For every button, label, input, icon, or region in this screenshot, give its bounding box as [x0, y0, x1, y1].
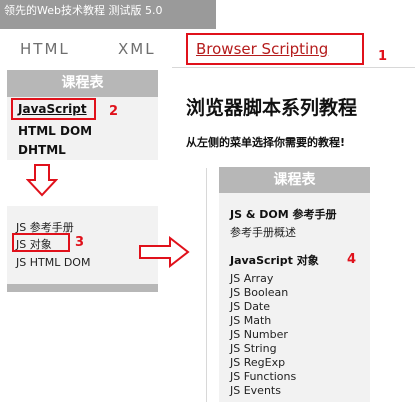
right-item-js-date[interactable]: JS Date [230, 300, 270, 313]
callout-number-2: 2 [109, 104, 119, 119]
tab-browser-scripting[interactable]: Browser Scripting [196, 40, 328, 58]
submenu-item-js-html-dom[interactable]: JS HTML DOM [16, 256, 90, 269]
menu-item-javascript[interactable]: JavaScript [18, 102, 87, 116]
right-item-reference-overview[interactable]: 参考手册概述 [230, 224, 296, 240]
right-menu-heading: 课程表 [219, 167, 370, 193]
callout-number-4: 4 [347, 252, 357, 267]
page-subtitle: 从左侧的菜单选择你需要的教程! [186, 136, 346, 149]
right-item-js-array[interactable]: JS Array [230, 272, 273, 285]
right-arrow-icon [139, 236, 190, 268]
tab-underline-divider [172, 67, 415, 68]
submenu-item-js-objects[interactable]: JS 对象 [16, 236, 52, 252]
right-item-js-math[interactable]: JS Math [230, 314, 271, 327]
menu-item-html-dom[interactable]: HTML DOM [18, 124, 92, 138]
callout-number-3: 3 [75, 235, 85, 250]
site-banner: 领先的Web技术教程 测试版 5.0 [0, 0, 216, 29]
submenu-next-heading [7, 284, 158, 292]
right-item-js-regexp[interactable]: JS RegExp [230, 356, 285, 369]
right-item-js-events[interactable]: JS Events [230, 384, 281, 397]
right-item-js-string[interactable]: JS String [230, 342, 277, 355]
tab-html[interactable]: HTML [20, 40, 70, 58]
callout-number-1: 1 [378, 49, 388, 64]
right-item-js-number[interactable]: JS Number [230, 328, 288, 341]
right-item-js-functions[interactable]: JS Functions [230, 370, 296, 383]
page-title: 浏览器脚本系列教程 [186, 97, 358, 119]
left-menu-heading: 课程表 [7, 70, 158, 97]
vertical-divider [206, 168, 207, 402]
down-arrow-icon [26, 164, 58, 197]
banner-text: 领先的Web技术教程 测试版 5.0 [4, 4, 163, 17]
right-section-javascript-objects: JavaScript 对象 [230, 254, 319, 267]
menu-item-dhtml[interactable]: DHTML [18, 143, 66, 157]
tab-xml[interactable]: XML [118, 40, 156, 58]
right-section-js-dom-reference: JS & DOM 参考手册 [230, 208, 337, 221]
right-item-js-boolean[interactable]: JS Boolean [230, 286, 288, 299]
